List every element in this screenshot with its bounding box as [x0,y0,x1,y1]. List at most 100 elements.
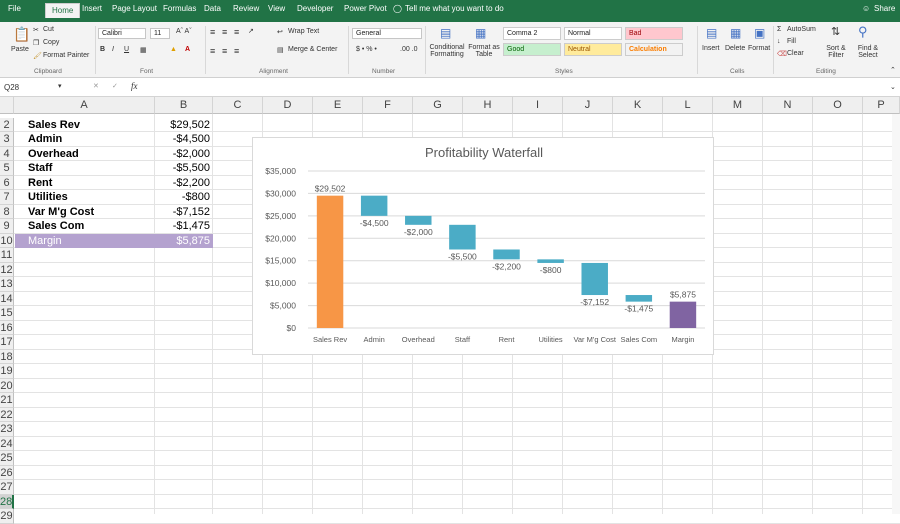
cell-b-7[interactable]: -$800 [155,191,210,203]
name-box[interactable]: Q28 [4,83,19,92]
row-header-26[interactable]: 26 [0,465,14,480]
sort-icon[interactable]: ⇅ [831,25,840,38]
column-header-g[interactable]: G [413,97,463,114]
row-header-29[interactable]: 29 [0,509,14,524]
fill-button[interactable]: Fill [787,38,796,45]
column-header-h[interactable]: H [463,97,513,114]
style-good[interactable]: Good [503,43,561,56]
style-normal[interactable]: Normal [564,27,622,40]
paste-button[interactable]: Paste [11,46,29,53]
row-header-28[interactable]: 28 [0,494,14,509]
cell-a-2[interactable]: Sales Rev [28,119,80,131]
row-header-24[interactable]: 24 [0,436,14,451]
format-cells-button[interactable]: Format [748,45,770,52]
wrap-text-button[interactable]: Wrap Text [288,28,319,35]
cell-a-7[interactable]: Utilities [28,191,68,203]
column-header-m[interactable]: M [713,97,763,114]
tab-page-layout[interactable]: Page Layout [112,4,157,13]
share-button[interactable]: Share [874,4,895,13]
tab-review[interactable]: Review [233,4,259,13]
align-middle-icon[interactable]: ≡ [222,27,227,37]
row-header-7[interactable]: 7 [0,190,14,205]
find-icon[interactable]: ⚲ [858,24,868,40]
vertical-scrollbar[interactable] [892,114,900,514]
clear-icon[interactable]: ⌫ [777,50,787,58]
column-header-k[interactable]: K [613,97,663,114]
number-format-box[interactable]: General [352,28,422,39]
cancel-icon[interactable]: ✕ [93,82,99,90]
tab-formulas[interactable]: Formulas [163,4,196,13]
cell-b-5[interactable]: -$5,500 [155,162,210,174]
tell-me-box[interactable]: Tell me what you want to do [405,4,504,13]
column-header-i[interactable]: I [513,97,563,114]
cell-b-8[interactable]: -$7,152 [155,206,210,218]
conditional-formatting-icon[interactable]: ▤ [440,26,451,40]
name-box-dropdown-icon[interactable]: ▾ [58,82,62,90]
row-header-14[interactable]: 14 [0,291,14,306]
autosum-button[interactable]: AutoSum [787,26,816,33]
tab-insert[interactable]: Insert [82,4,102,13]
format-table-icon[interactable]: ▦ [475,26,486,40]
cell-a-10[interactable]: Margin [28,235,62,247]
row-header-20[interactable]: 20 [0,378,14,393]
cell-b-3[interactable]: -$4,500 [155,133,210,145]
row-header-4[interactable]: 4 [0,146,14,161]
cell-b-9[interactable]: -$1,475 [155,220,210,232]
copy-button[interactable]: Copy [43,39,59,46]
waterfall-bar[interactable] [537,259,564,263]
style-comma2[interactable]: Comma 2 [503,27,561,40]
insert-cells-icon[interactable]: ▤ [706,26,717,40]
row-header-3[interactable]: 3 [0,132,14,147]
column-header-b[interactable]: B [155,97,213,114]
merge-center-button[interactable]: Merge & Center [288,46,337,53]
tab-file[interactable]: File [8,4,21,13]
find-select-button[interactable]: Find & Select [852,45,884,59]
row-header-21[interactable]: 21 [0,393,14,408]
delete-cells-icon[interactable]: ▦ [730,26,741,40]
waterfall-bar[interactable] [625,295,653,302]
cell-a-8[interactable]: Var M'g Cost [28,206,94,218]
row-header-13[interactable]: 13 [0,277,14,292]
copy-icon[interactable]: ❐ [33,39,39,47]
row-header-25[interactable]: 25 [0,451,14,466]
currency-icon[interactable]: $ • % • [356,46,377,53]
column-header-n[interactable]: N [763,97,813,114]
collapse-ribbon-icon[interactable]: ⌃ [890,66,896,74]
column-header-d[interactable]: D [263,97,313,114]
waterfall-bar[interactable] [405,215,432,225]
row-header-15[interactable]: 15 [0,306,14,321]
row-header-9[interactable]: 9 [0,219,14,234]
row-header-12[interactable]: 12 [0,262,14,277]
align-bottom-icon[interactable]: ≡ [234,27,239,37]
cell-b-4[interactable]: -$2,000 [155,148,210,160]
merge-icon[interactable]: ▤ [277,46,284,54]
column-header-f[interactable]: F [363,97,413,114]
tab-data[interactable]: Data [204,4,221,13]
row-header-16[interactable]: 16 [0,320,14,335]
waterfall-bar[interactable] [493,249,520,260]
tab-view[interactable]: View [268,4,285,13]
row-header-18[interactable]: 18 [0,349,14,364]
clear-button[interactable]: Clear [787,50,804,57]
cell-b-2[interactable]: $29,502 [155,119,210,131]
row-header-23[interactable]: 23 [0,422,14,437]
bold-icon[interactable]: B [100,46,105,53]
row-header-17[interactable]: 17 [0,335,14,350]
font-color-icon[interactable]: A [185,46,190,53]
cell-b-10[interactable]: $5,875 [155,235,210,247]
format-painter-icon[interactable]: 🖌 [33,52,42,60]
row-header-10[interactable]: 10 [0,233,14,248]
row-header-19[interactable]: 19 [0,364,14,379]
row-header-5[interactable]: 5 [0,161,14,176]
row-header-22[interactable]: 22 [0,407,14,422]
cell-a-3[interactable]: Admin [28,133,62,145]
autosum-icon[interactable]: Σ [777,26,781,33]
row-header-11[interactable]: 11 [0,248,14,263]
row-header-27[interactable]: 27 [0,480,14,495]
column-header-j[interactable]: J [563,97,613,114]
tab-power-pivot[interactable]: Power Pivot [344,4,387,13]
wrap-icon[interactable]: ↩ [277,28,283,36]
cut-button[interactable]: Cut [43,26,54,33]
insert-cells-button[interactable]: Insert [702,45,720,52]
format-cells-icon[interactable]: ▣ [754,26,765,40]
